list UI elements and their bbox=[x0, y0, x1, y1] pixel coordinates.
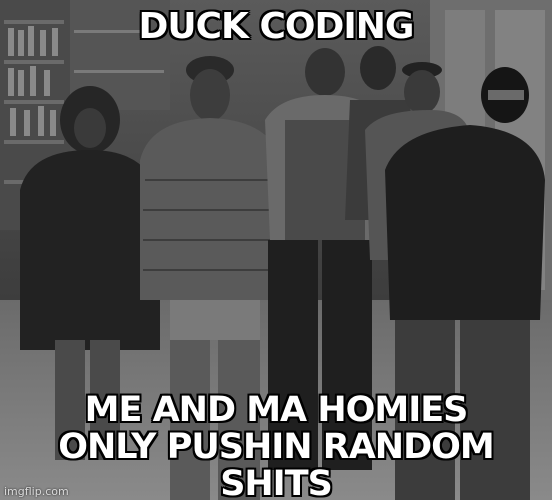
imgflip-watermark: imgflip.com bbox=[4, 485, 69, 498]
bottom-caption: ME AND MA HOMIES ONLY PUSHIN RANDOM SHIT… bbox=[0, 392, 552, 500]
meme-image: DUCK CODING ME AND MA HOMIES ONLY PUSHIN… bbox=[0, 0, 552, 500]
bottom-caption-line-2: ONLY PUSHIN RANDOM SHITS bbox=[58, 426, 494, 500]
bottom-caption-line-1: ME AND MA HOMIES bbox=[84, 390, 469, 430]
top-caption: DUCK CODING bbox=[138, 6, 415, 47]
